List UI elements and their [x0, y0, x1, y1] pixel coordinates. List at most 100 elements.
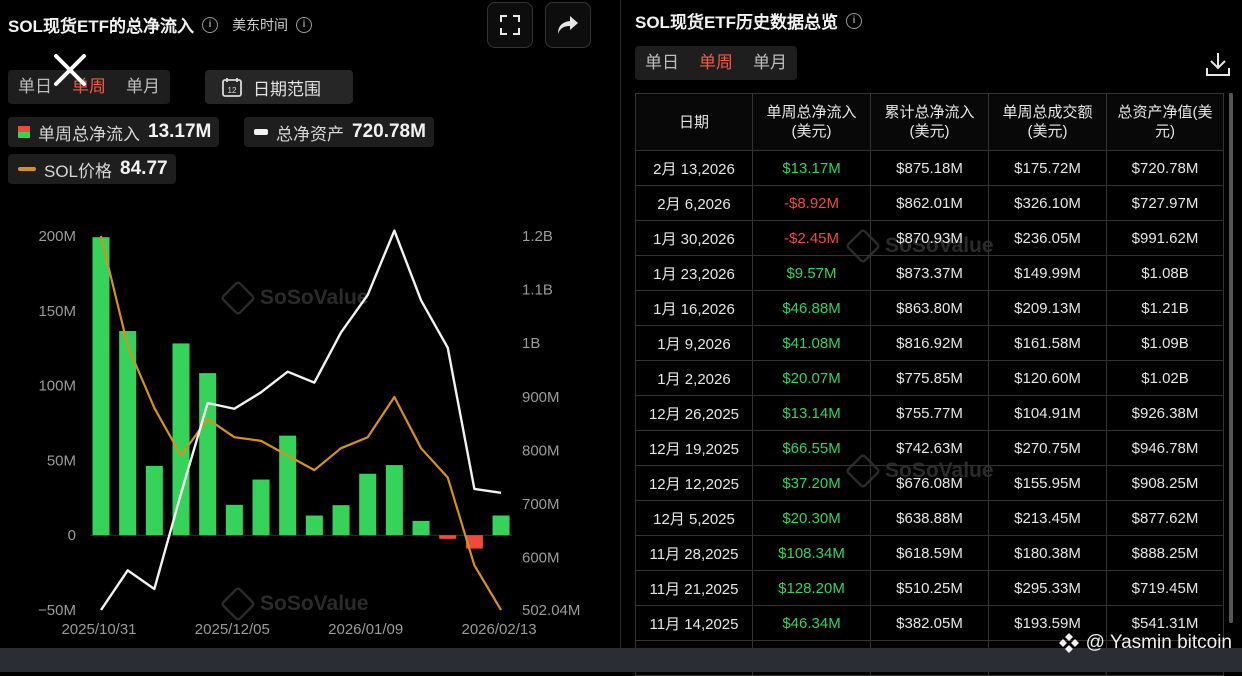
table-row[interactable]: 12月 5,2025 $20.30M $638.88M $213.45M $877.62… [635, 500, 1224, 536]
y-right-tick-label: 1.1B [522, 282, 553, 299]
table-cell: $870.93M [870, 220, 989, 256]
y-left-tick-label: 150M [38, 303, 76, 320]
table-cell: $20.30M [752, 500, 871, 536]
y-left-tick-label: 0 [68, 527, 76, 544]
table-cell: $149.99M [988, 255, 1107, 291]
table-cell: $295.33M [988, 570, 1107, 606]
history-panel: SOL现货ETF历史数据总览 i 单日 单周 单月 SoSoValue SoSo… [620, 0, 1242, 676]
table-cell: $991.62M [1106, 220, 1224, 256]
info-icon[interactable]: i [202, 16, 219, 33]
table-row[interactable]: 11月 21,2025 $128.20M $510.25M $295.33M $719.… [635, 570, 1224, 606]
table-cell: $908.25M [1106, 465, 1224, 501]
timezone-label: 美东时间 [232, 16, 289, 33]
table-scrollbar[interactable] [1229, 93, 1233, 623]
inflow-bar [385, 465, 403, 536]
legend-price[interactable]: SOL价格 84.77 [8, 154, 176, 184]
table-cell: $873.37M [870, 255, 989, 291]
right-period-tabs: 单日 单周 单月 [635, 46, 797, 80]
author-logo-icon [1058, 633, 1079, 653]
table-row[interactable]: 12月 12,2025 $37.20M $676.08M $155.95M $908.2… [635, 465, 1224, 501]
calendar-icon-text: 12 [228, 86, 237, 95]
table-cell: $863.80M [870, 290, 989, 326]
table-cell: $270.75M [988, 430, 1107, 466]
y-left-tick-label: 50M [47, 452, 76, 469]
legend-assets-value: 720.78M [352, 121, 426, 142]
x-tick-label: 2025/12/05 [195, 621, 270, 638]
history-tab-month[interactable]: 单月 [743, 46, 797, 80]
tab-month[interactable]: 单月 [116, 70, 170, 104]
table-cell: 12月 5,2025 [635, 500, 753, 536]
history-info-icon[interactable]: i [846, 12, 863, 29]
price-swatch-icon [18, 167, 36, 171]
download-icon[interactable] [1205, 50, 1231, 78]
legend-inflow[interactable]: 单周总净流入 13.17M [8, 117, 220, 147]
y-right-axis: 1.2B 1.1B 1B 900M 800M 700M 600M 502.04M [522, 228, 580, 619]
share-button[interactable] [545, 2, 591, 48]
legend-inflow-value: 13.17M [148, 121, 212, 142]
legend-assets[interactable]: 总净资产 720.78M [244, 117, 434, 147]
table-header-4: 总资产净值(美 元) [1106, 93, 1224, 151]
table-row[interactable]: 1月 16,2026 $46.88M $863.80M $209.13M $1.21B [635, 290, 1224, 326]
history-tab-day[interactable]: 单日 [635, 46, 689, 80]
close-icon[interactable] [48, 48, 92, 92]
table-cell: $236.05M [988, 220, 1107, 256]
table-cell: $46.34M [752, 605, 871, 641]
table-cell: 1月 9,2026 [635, 325, 753, 361]
table-cell: $946.78M [1106, 430, 1224, 466]
table-row[interactable]: 1月 30,2026 -$2.45M $870.93M $236.05M $991.62… [635, 220, 1224, 256]
assets-swatch-icon [254, 129, 268, 135]
table-cell: $1.21B [1106, 290, 1224, 326]
y-right-tick-label: 1.2B [522, 228, 553, 245]
table-cell: $719.45M [1106, 570, 1224, 606]
history-tab-week[interactable]: 单周 [689, 46, 743, 80]
table-cell: -$2.45M [752, 220, 871, 256]
table-row[interactable]: 1月 9,2026 $41.08M $816.92M $161.58M $1.09B [635, 325, 1224, 361]
fullscreen-button[interactable] [487, 2, 533, 48]
sol-price-line [99, 235, 502, 611]
y-left-tick-label: −50M [38, 602, 76, 619]
table-cell: $120.60M [988, 360, 1107, 396]
chart-title: SOL现货ETF的总净流入 [8, 17, 195, 36]
table-cell: $638.88M [870, 500, 989, 536]
table-cell: 2月 13,2026 [635, 150, 753, 186]
y-right-tick-label: 600M [522, 550, 560, 567]
table-header-0: 日期 [635, 93, 753, 151]
table-row[interactable]: 2月 6,2026 -$8.92M $862.01M $326.10M $727.97M [635, 185, 1224, 221]
chart-title-row: SOL现货ETF的总净流入 i 美东时间 i [8, 12, 313, 37]
table-row[interactable]: 1月 2,2026 $20.07M $775.85M $120.60M $1.02B [635, 360, 1224, 396]
table-cell: 12月 12,2025 [635, 465, 753, 501]
legend-assets-name: 总净资产 [276, 124, 344, 144]
date-range-button[interactable]: 12 日期范围 [205, 70, 353, 104]
x-tick-label: 2025/10/31 [61, 621, 136, 638]
table-row[interactable]: 12月 26,2025 $13.14M $755.77M $104.91M $926.3… [635, 395, 1224, 431]
table-cell: $104.91M [988, 395, 1107, 431]
history-title: SOL现货ETF历史数据总览 [635, 13, 839, 32]
table-cell: $326.10M [988, 185, 1107, 221]
x-axis: 2025/10/31 2025/12/05 2026/01/09 2026/02/13 [61, 621, 536, 638]
date-range-label: 日期范围 [253, 79, 321, 99]
table-row[interactable]: 11月 28,2025 $108.34M $618.59M $180.38M $888.… [635, 535, 1224, 571]
y-right-tick-label: 700M [522, 496, 560, 513]
table-cell: $13.17M [752, 150, 871, 186]
author-watermark: @ Yasmin bitcoin [1058, 632, 1232, 654]
table-row[interactable]: 12月 19,2025 $66.55M $742.63M $270.75M $946.7… [635, 430, 1224, 466]
table-cell: $742.63M [870, 430, 989, 466]
table-cell: $9.57M [752, 255, 871, 291]
table-row[interactable]: 1月 23,2026 $9.57M $873.37M $149.99M $1.08B [635, 255, 1224, 291]
y-left-tick-label: 200M [38, 228, 76, 245]
inflow-bar [199, 373, 217, 536]
timezone-info-icon[interactable]: i [296, 16, 313, 33]
table-cell: $108.34M [752, 535, 871, 571]
inflow-bar [172, 343, 190, 536]
table-row[interactable]: 2月 13,2026 $13.17M $875.18M $175.72M $720.78… [635, 150, 1224, 186]
table-cell: 11月 28,2025 [635, 535, 753, 571]
table-cell: $888.25M [1106, 535, 1224, 571]
x-tick-label: 2026/01/09 [328, 621, 403, 638]
table-cell: $1.09B [1106, 325, 1224, 361]
table-cell: $727.97M [1106, 185, 1224, 221]
table-cell: $877.62M [1106, 500, 1224, 536]
table-cell: 1月 30,2026 [635, 220, 753, 256]
share-icon [558, 16, 578, 34]
table-cell: $37.20M [752, 465, 871, 501]
table-cell: $66.55M [752, 430, 871, 466]
